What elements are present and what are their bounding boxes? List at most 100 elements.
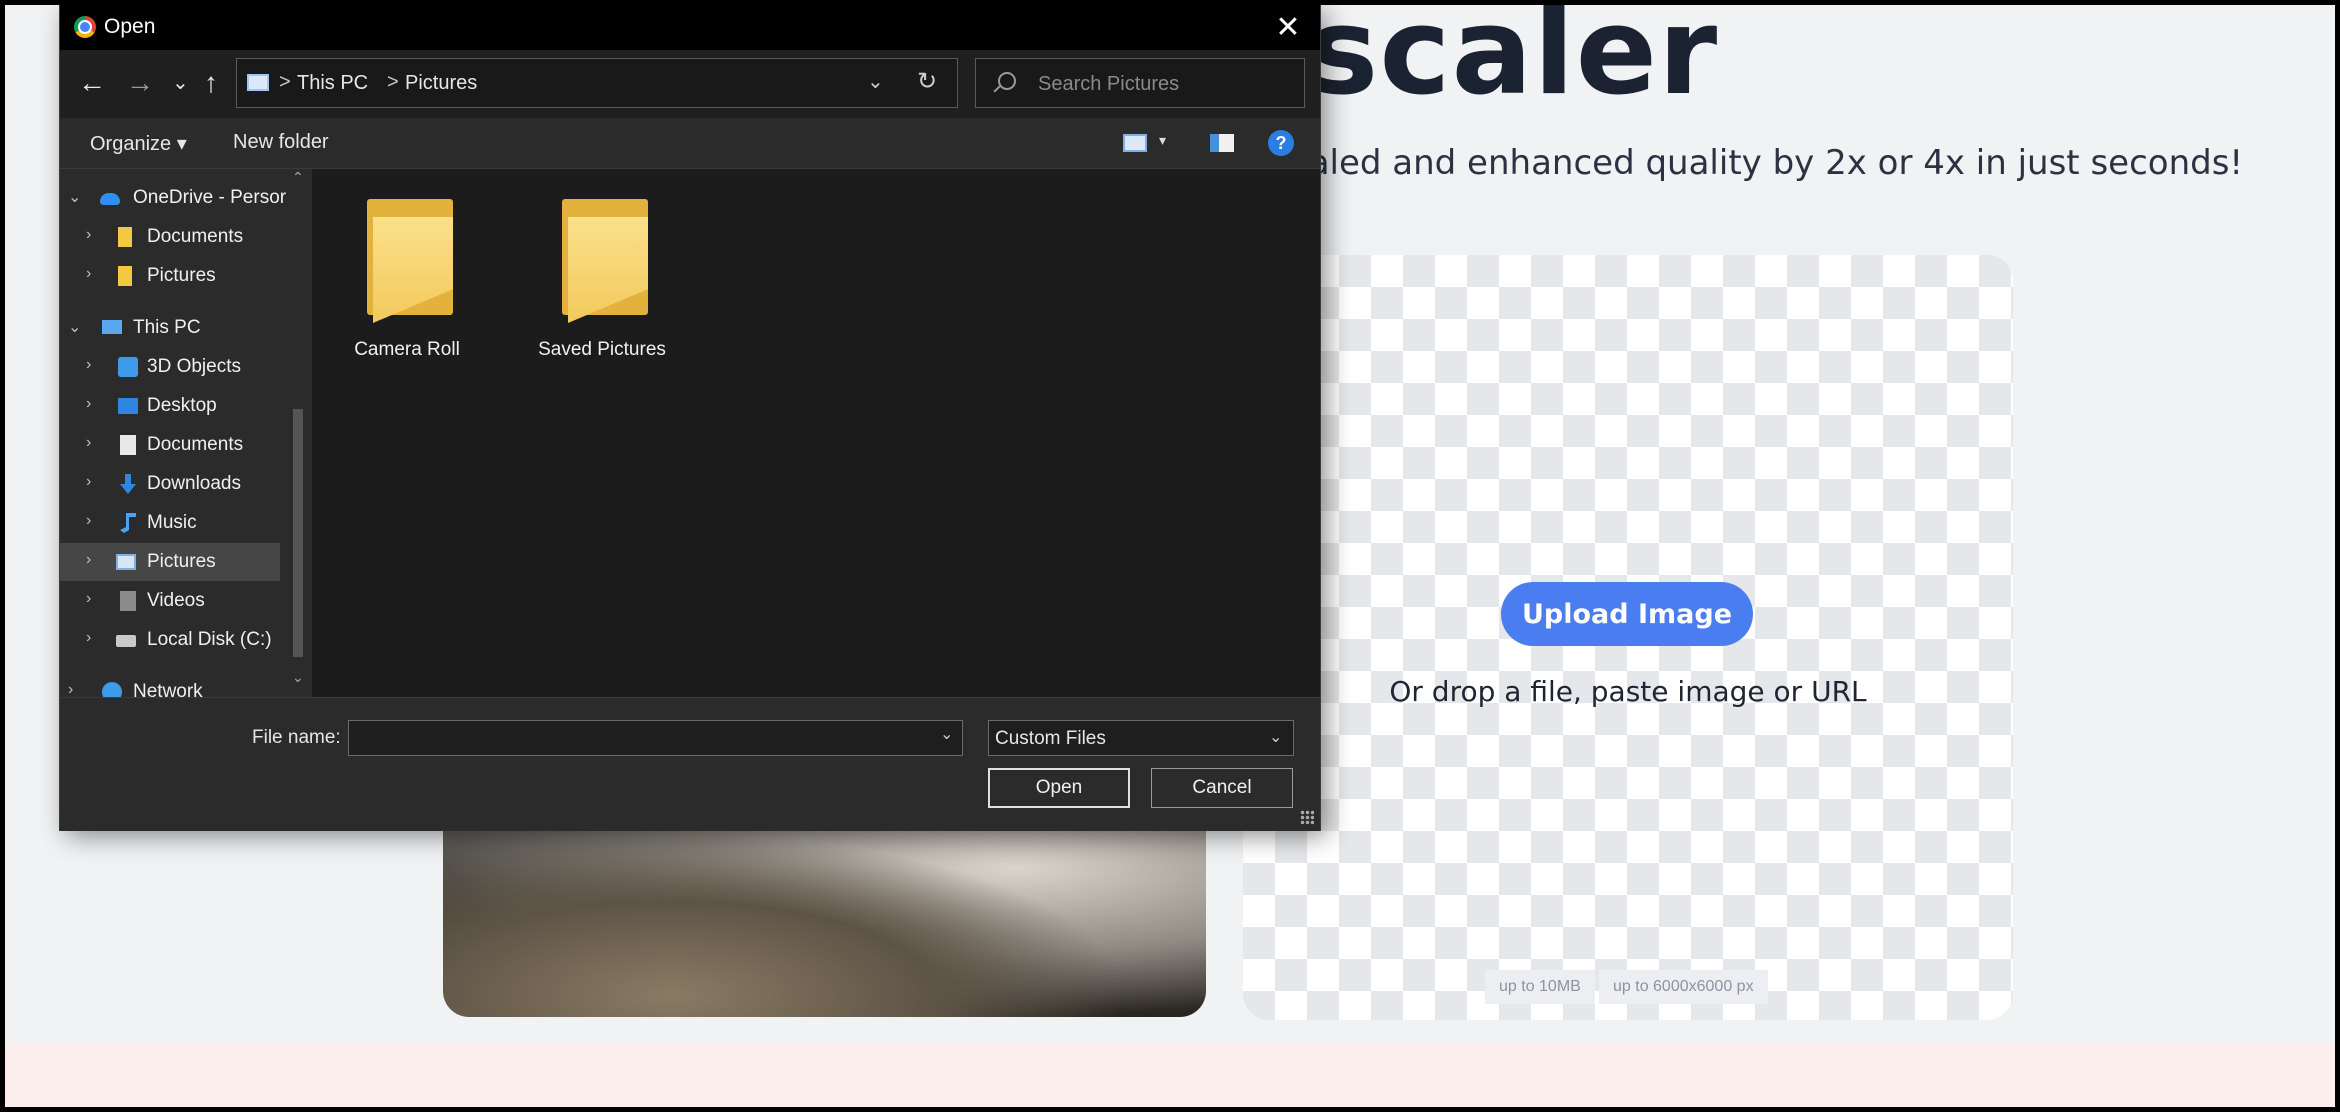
chevron-right-icon[interactable]: › (86, 629, 91, 647)
chevron-right-icon[interactable]: › (86, 226, 91, 244)
scroll-up-icon[interactable]: ⌃ (292, 169, 304, 186)
chevron-down-icon[interactable]: ⌄ (867, 69, 884, 94)
help-icon[interactable]: ? (1268, 130, 1294, 156)
chevron-right-icon[interactable]: › (86, 473, 91, 491)
chevron-down-icon[interactable]: ⌄ (940, 724, 953, 744)
folder-icon (118, 266, 132, 286)
close-button[interactable]: ✕ (1268, 11, 1308, 45)
tree-item-local-disk[interactable]: › Local Disk (C:) (60, 621, 310, 659)
folder-saved-pictures[interactable]: Saved Pictures (507, 189, 697, 360)
tree-item-3d-objects[interactable]: › 3D Objects (60, 348, 310, 386)
recent-locations-icon[interactable]: ⌄ (172, 66, 189, 100)
sample-image (443, 805, 1206, 1017)
dialog-titlebar[interactable]: Open ✕ (60, 5, 1320, 50)
pictures-location-icon (247, 74, 269, 91)
chevron-right-icon[interactable]: › (86, 512, 91, 530)
file-type-value: Custom Files (995, 728, 1106, 749)
drop-instructions: Or drop a file, paste image or URL (1389, 675, 1867, 708)
dialog-title: Open (104, 15, 156, 38)
upload-dropzone[interactable]: Upload Image Or drop a file, paste image… (1243, 255, 2013, 1020)
tree-item-label: 3D Objects (147, 356, 241, 377)
tree-item-downloads[interactable]: › Downloads (60, 465, 310, 503)
size-limit-badge: up to 10MB (1485, 970, 1595, 1004)
resize-grip-icon[interactable] (1300, 810, 1314, 824)
resolution-limit-badge: up to 6000x6000 px (1599, 970, 1768, 1004)
tree-item-label: Desktop (147, 395, 217, 416)
tree-item-pictures[interactable]: › Pictures (60, 543, 280, 581)
chevron-down-icon[interactable]: ⌄ (68, 187, 81, 207)
tree-item-label: Music (147, 512, 197, 533)
breadcrumb-pictures[interactable]: Pictures (405, 72, 477, 95)
address-bar[interactable]: > This PC > Pictures ⌄ ↻ (236, 58, 958, 108)
folder-icon (562, 199, 648, 323)
search-icon (998, 72, 1016, 90)
search-input[interactable] (1036, 69, 1300, 99)
cancel-button[interactable]: Cancel (1151, 768, 1293, 808)
tree-item-music[interactable]: › Music (60, 504, 310, 542)
file-type-select[interactable]: Custom Files ⌄ (988, 720, 1294, 756)
tree-item-label: Documents (147, 226, 244, 247)
breadcrumb-this-pc[interactable]: This PC (297, 72, 368, 95)
new-folder-button[interactable]: New folder (233, 131, 329, 154)
folder-icon (118, 227, 132, 247)
tree-item-this-pc[interactable]: ⌄ This PC (60, 309, 310, 347)
folder-label: Camera Roll (354, 339, 460, 360)
navigation-bar: ← → ⌄ ↑ > This PC > Pictures ⌄ ↻ (60, 50, 1320, 118)
view-options-icon[interactable] (1123, 134, 1147, 152)
forward-arrow-icon[interactable]: → (126, 66, 154, 100)
tree-item-documents[interactable]: › Documents (60, 426, 310, 464)
chevron-right-icon[interactable]: › (86, 590, 91, 608)
breadcrumb-separator: > (279, 71, 291, 93)
tree-item-videos[interactable]: › Videos (60, 582, 310, 620)
back-arrow-icon[interactable]: ← (78, 66, 106, 100)
chevron-right-icon[interactable]: › (68, 681, 73, 697)
scroll-thumb[interactable] (293, 409, 303, 657)
pictures-icon (116, 554, 136, 570)
chrome-icon (74, 16, 96, 38)
search-box[interactable] (975, 58, 1305, 108)
refresh-icon[interactable]: ↻ (917, 67, 937, 96)
chevron-right-icon[interactable]: › (86, 395, 91, 413)
chevron-down-icon[interactable]: ⌄ (68, 317, 81, 337)
folder-label: Saved Pictures (538, 339, 666, 360)
disk-icon (116, 635, 136, 647)
tree-item-label: Pictures (147, 551, 216, 572)
scroll-down-icon[interactable]: ⌄ (292, 669, 304, 686)
desktop-icon (118, 398, 138, 414)
view-dropdown-icon[interactable]: ▾ (1159, 132, 1166, 149)
network-icon (102, 682, 122, 697)
folder-icon (367, 199, 453, 323)
file-list-pane: Camera Roll Saved Pictures (312, 169, 1320, 697)
upload-image-button[interactable]: Upload Image (1501, 582, 1753, 646)
tree-item-onedrive-pictures[interactable]: › Pictures (60, 257, 310, 295)
chevron-right-icon[interactable]: › (86, 434, 91, 452)
tree-item-desktop[interactable]: › Desktop (60, 387, 310, 425)
tree-item-label: Network (133, 681, 203, 697)
dialog-toolbar: Organize ▾ New folder ▾ ? (60, 118, 1320, 169)
chevron-down-icon: ⌄ (1269, 729, 1283, 746)
tree-item-network[interactable]: › Network (60, 673, 310, 697)
document-icon (120, 435, 136, 455)
preview-pane-icon[interactable] (1210, 134, 1234, 152)
chevron-right-icon[interactable]: › (86, 551, 91, 569)
chevron-right-icon[interactable]: › (86, 356, 91, 374)
tree-item-onedrive[interactable]: ⌄ OneDrive - Persor (60, 179, 310, 217)
dialog-footer: File name: ⌄ Custom Files ⌄ Open Cancel (60, 697, 1320, 831)
open-button[interactable]: Open (988, 768, 1130, 808)
tree-item-label: This PC (133, 317, 201, 338)
file-name-label: File name: (252, 727, 341, 748)
file-name-input[interactable] (348, 720, 963, 756)
tree-item-label: Downloads (147, 473, 241, 494)
nav-pane-scrollbar[interactable]: ⌃ ⌄ (290, 169, 306, 697)
cube-icon (118, 357, 138, 377)
up-arrow-icon[interactable]: ↑ (204, 66, 218, 100)
organize-menu[interactable]: Organize ▾ (90, 131, 187, 156)
chevron-right-icon[interactable]: › (86, 265, 91, 283)
tree-item-label: Pictures (147, 265, 216, 286)
video-icon (120, 591, 136, 611)
folder-camera-roll[interactable]: Camera Roll (312, 189, 502, 360)
tree-item-onedrive-documents[interactable]: › Documents (60, 218, 310, 256)
computer-icon (102, 320, 122, 334)
screen-frame: pscaler caled and enhanced quality by 2x… (0, 0, 2340, 1112)
music-icon (120, 513, 136, 533)
